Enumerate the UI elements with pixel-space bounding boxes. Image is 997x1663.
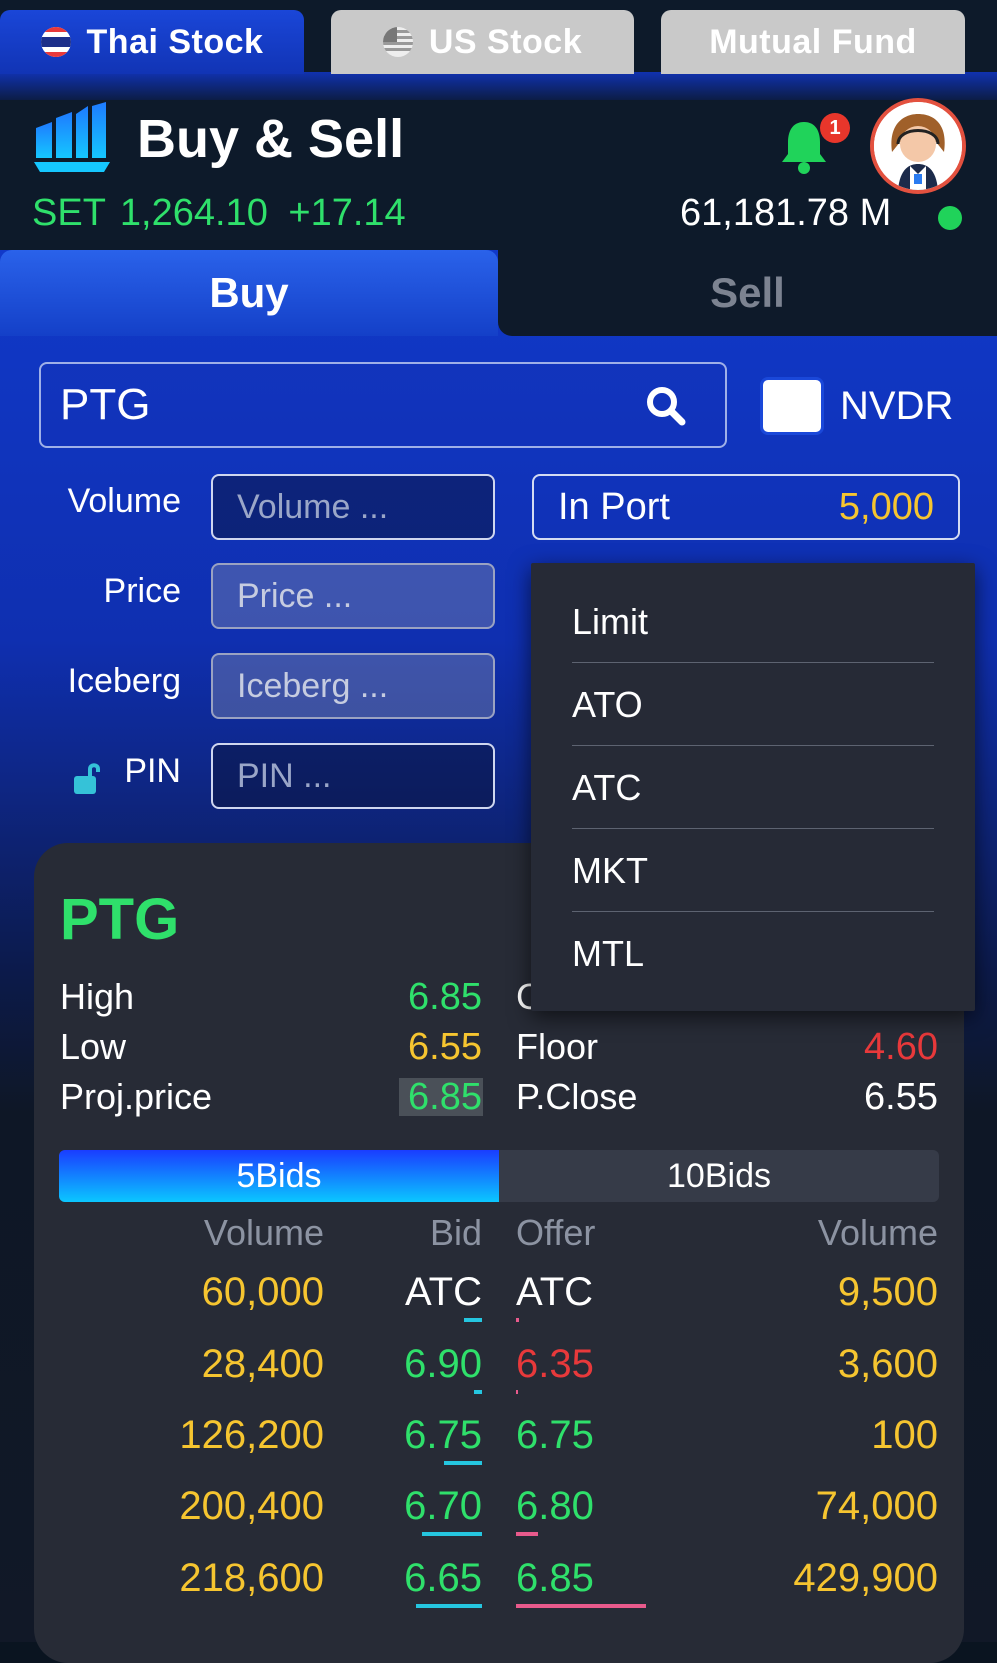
offer-price[interactable]: 6.35 — [516, 1342, 594, 1387]
bid-volume: 218,600 — [179, 1556, 324, 1600]
notification-badge: 1 — [820, 113, 850, 143]
offer-volume: 74,000 — [815, 1484, 938, 1528]
tab-underline — [0, 72, 997, 100]
offer-depth-bar — [516, 1532, 538, 1536]
offer-price[interactable]: 6.75 — [516, 1413, 594, 1458]
pin-label: PIN — [124, 752, 181, 790]
online-status-indicator — [938, 206, 962, 230]
set-index-label: SET — [32, 192, 106, 234]
low-label: Low — [60, 1026, 127, 1067]
proj-price-label: Proj.price — [60, 1076, 213, 1117]
offer-volume: 100 — [871, 1413, 938, 1457]
offer-price[interactable]: ATC — [516, 1270, 593, 1315]
pin-input[interactable]: PIN ... — [211, 743, 495, 809]
bid-price[interactable]: 6.75 — [380, 1413, 482, 1458]
offer-price[interactable]: 6.80 — [516, 1484, 594, 1529]
search-icon[interactable] — [644, 384, 688, 428]
bid-price[interactable]: 6.90 — [380, 1342, 482, 1387]
tab-10bids[interactable]: 10Bids — [499, 1150, 939, 1202]
proj-price-value: 6.85 — [408, 1076, 482, 1118]
floor-value: 4.60 — [864, 1026, 938, 1068]
floor-label: Floor — [516, 1026, 599, 1067]
price-type-option-limit[interactable]: Limit — [572, 581, 934, 663]
bid-price[interactable]: 6.65 — [380, 1556, 482, 1601]
high-label: High — [60, 976, 135, 1017]
high-value: 6.85 — [408, 976, 482, 1018]
tab-mutual-fund-label: Mutual Fund — [709, 22, 917, 61]
bid-depth-bar — [422, 1532, 482, 1536]
in-port-value: 5,000 — [838, 485, 934, 528]
thailand-flag-icon — [40, 27, 71, 57]
tab-us-stock-label: US Stock — [428, 22, 583, 61]
tab-us-stock[interactable]: US Stock — [331, 10, 634, 74]
set-index-change: +17.14 — [288, 192, 406, 234]
low-value: 6.55 — [408, 1026, 482, 1068]
offer-volume: 429,900 — [793, 1556, 938, 1600]
tab-thai-stock[interactable]: Thai Stock — [0, 10, 304, 74]
page-title: Buy & Sell — [137, 109, 405, 169]
bid-volume: 28,400 — [201, 1342, 324, 1386]
header-offer-volume: Volume — [817, 1212, 938, 1253]
bid-volume: 60,000 — [201, 1270, 324, 1314]
pclose-value: 6.55 — [864, 1076, 938, 1118]
bid-depth-bar — [464, 1318, 482, 1322]
bid-depth-bar — [444, 1461, 482, 1465]
bid-price[interactable]: 6.70 — [380, 1484, 482, 1529]
offer-price[interactable]: 6.85 — [516, 1556, 594, 1601]
price-input[interactable]: Price ... — [211, 563, 495, 629]
price-type-option-mtl[interactable]: MTL — [572, 913, 934, 995]
volume-label: Volume — [67, 482, 181, 520]
volume-input[interactable]: Volume ... — [211, 474, 495, 540]
us-flag-icon — [382, 27, 413, 57]
bid-depth-bar — [474, 1390, 482, 1394]
nvdr-checkbox[interactable] — [760, 377, 824, 435]
price-type-option-ato[interactable]: ATO — [572, 664, 934, 746]
bid-volume: 126,200 — [179, 1413, 324, 1457]
nvdr-label: NVDR — [840, 384, 954, 428]
iceberg-input[interactable]: Iceberg ... — [211, 653, 495, 719]
iceberg-label: Iceberg — [67, 662, 181, 700]
tab-sell[interactable]: Sell — [498, 250, 997, 336]
price-label: Price — [103, 572, 181, 610]
set-index: SET 1,264.10 +17.14 — [32, 192, 406, 235]
quote-symbol: PTG — [60, 887, 180, 952]
bid-price[interactable]: ATC — [380, 1270, 482, 1315]
tab-buy[interactable]: Buy — [0, 250, 498, 336]
header-offer: Offer — [516, 1212, 596, 1253]
price-type-option-mkt[interactable]: MKT — [572, 830, 934, 912]
offer-volume: 3,600 — [837, 1342, 938, 1386]
tab-thai-stock-label: Thai Stock — [86, 22, 264, 61]
price-type-option-atc[interactable]: ATC — [572, 747, 934, 829]
bid-depth-bar — [416, 1604, 482, 1608]
app-logo-icon — [32, 102, 112, 172]
support-avatar[interactable] — [870, 98, 966, 194]
header-bid-volume: Volume — [203, 1212, 324, 1253]
symbol-input-value: PTG — [60, 380, 151, 429]
offer-depth-bar — [516, 1318, 519, 1322]
pclose-label: P.Close — [516, 1076, 638, 1117]
account-balance: 61,181.78 M — [680, 192, 892, 234]
offer-depth-bar — [516, 1604, 646, 1608]
in-port-label: In Port — [558, 485, 670, 528]
tab-mutual-fund[interactable]: Mutual Fund — [661, 10, 965, 74]
bid-volume: 200,400 — [179, 1484, 324, 1528]
tab-5bids[interactable]: 5Bids — [59, 1150, 499, 1202]
header-bid: Bid — [429, 1212, 482, 1253]
set-index-value: 1,264.10 — [119, 192, 268, 234]
offer-volume: 9,500 — [837, 1270, 938, 1314]
offer-depth-bar — [516, 1390, 518, 1394]
in-port-display: In Port 5,000 — [532, 474, 960, 540]
